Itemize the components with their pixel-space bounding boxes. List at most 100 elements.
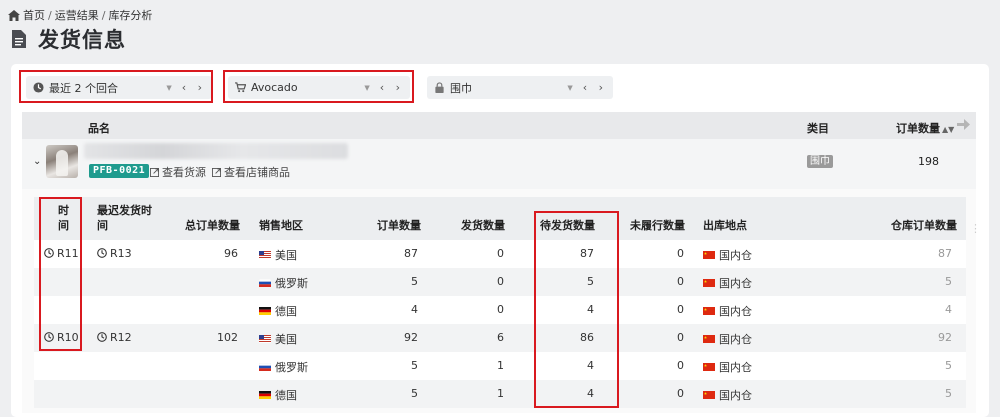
unfulfilled-cell: 0 — [677, 331, 684, 344]
shipped-cell: 1 — [497, 387, 504, 400]
clock-icon — [97, 248, 107, 258]
dropdown-caret-icon[interactable]: ▼ — [364, 84, 369, 92]
pending-cell: 4 — [587, 303, 594, 316]
product-order-qty: 198 — [918, 155, 939, 168]
region-name: 俄罗斯 — [275, 361, 308, 374]
region-name: 美国 — [275, 333, 297, 346]
col-header-last-ship-time: 最迟发货时间 — [97, 204, 152, 232]
col-header-order-qty[interactable]: 订单数量 ▲▼ — [896, 120, 954, 136]
russia-flag-icon — [259, 363, 271, 371]
sort-icon[interactable]: ▲▼ — [942, 125, 954, 134]
shipped-cell: 0 — [497, 247, 504, 260]
unfulfilled-cell: 0 — [677, 303, 684, 316]
warehouse-orders-cell: 87 — [938, 247, 952, 260]
us-flag-icon — [259, 251, 271, 259]
pending-cell: 5 — [587, 275, 594, 288]
warehouse-name: 国内仓 — [719, 333, 752, 346]
category-filter-select[interactable]: 围巾 ▼ ‹ › — [427, 76, 613, 99]
region-cell: 俄罗斯 — [259, 359, 308, 375]
category-filter-value: 围巾 — [450, 81, 472, 95]
unfulfilled-cell: 0 — [677, 247, 684, 260]
china-flag-icon — [703, 251, 715, 259]
breadcrumb-home[interactable]: 首页 — [23, 7, 45, 23]
region-cell: 美国 — [259, 331, 297, 347]
view-source-link[interactable]: 查看货源 — [150, 164, 206, 180]
unfulfilled-cell: 0 — [677, 359, 684, 372]
region-cell: 德国 — [259, 303, 297, 319]
total-orders-cell: 102 — [217, 331, 238, 344]
document-icon — [12, 30, 26, 48]
russia-flag-icon — [259, 279, 271, 287]
shipped-cell: 0 — [497, 275, 504, 288]
col-header-category: 类目 — [807, 122, 829, 135]
region-cell: 德国 — [259, 387, 297, 403]
shipped-cell: 1 — [497, 359, 504, 372]
breadcrumb-operation-results[interactable]: 运营结果 — [55, 7, 99, 23]
china-flag-icon — [703, 363, 715, 371]
warehouse-cell: 国内仓 — [703, 303, 752, 319]
region-cell: 美国 — [259, 247, 297, 263]
category-badge: 围巾 — [807, 155, 833, 168]
col-header-time: 时间 — [58, 204, 69, 232]
detail-table-row: 俄罗斯 5 1 4 0 国内仓 5 — [34, 352, 966, 380]
orders-cell: 5 — [411, 387, 418, 400]
time-filter-value: 最近 2 个回合 — [49, 81, 118, 95]
page-header: 发货信息 — [12, 24, 126, 54]
warehouse-orders-cell: 92 — [938, 331, 952, 344]
breadcrumb-inventory-analysis[interactable]: 库存分析 — [108, 7, 152, 23]
time-filter-select[interactable]: 最近 2 个回合 ▼ ‹ › — [26, 76, 212, 99]
warehouse-name: 国内仓 — [719, 277, 752, 290]
view-store-link[interactable]: 查看店铺商品 — [212, 164, 290, 180]
warehouse-cell: 国内仓 — [703, 275, 752, 291]
scroll-hint: ⋮ — [970, 222, 981, 235]
prev-next-arrows[interactable]: ‹ › — [380, 81, 404, 94]
orders-cell: 92 — [404, 331, 418, 344]
last-ship-round: R13 — [97, 247, 132, 260]
pending-cell: 87 — [580, 247, 594, 260]
us-flag-icon — [259, 335, 271, 343]
round-time: R10 — [44, 331, 79, 344]
home-icon — [8, 9, 20, 21]
prev-next-arrows[interactable]: ‹ › — [583, 81, 607, 94]
product-table-header: 品名 类目 订单数量 ▲▼ — [22, 112, 976, 139]
total-orders-cell: 96 — [224, 247, 238, 260]
china-flag-icon — [703, 307, 715, 315]
warehouse-orders-cell: 5 — [945, 387, 952, 400]
detail-table-row: 德国 5 1 4 0 国内仓 5 — [34, 380, 966, 408]
detail-table-row: 德国 4 0 4 0 国内仓 4 — [34, 296, 966, 324]
germany-flag-icon — [259, 307, 271, 315]
china-flag-icon — [703, 335, 715, 343]
clock-icon — [33, 82, 44, 93]
last-ship-round: R12 — [97, 331, 132, 344]
clock-icon — [97, 332, 107, 342]
region-name: 俄罗斯 — [275, 277, 308, 290]
page-title: 发货信息 — [38, 28, 126, 52]
clock-icon — [44, 332, 54, 342]
col-header-warehouse: 出库地点 — [703, 219, 747, 232]
warehouse-cell: 国内仓 — [703, 331, 752, 347]
warehouse-cell: 国内仓 — [703, 247, 752, 263]
view-source-label: 查看货源 — [162, 166, 206, 179]
region-cell: 俄罗斯 — [259, 275, 308, 291]
breadcrumb-separator: / — [48, 8, 52, 22]
warehouse-cell: 国内仓 — [703, 387, 752, 403]
chevron-down-icon[interactable]: ⌄ — [33, 156, 41, 167]
dropdown-caret-icon[interactable]: ▼ — [567, 84, 572, 92]
product-thumbnail[interactable] — [46, 145, 78, 178]
view-store-label: 查看店铺商品 — [224, 166, 290, 179]
region-name: 美国 — [275, 249, 297, 262]
prev-next-arrows[interactable]: ‹ › — [182, 81, 206, 94]
warehouse-name: 国内仓 — [719, 361, 752, 374]
pending-cell: 4 — [587, 359, 594, 372]
dropdown-caret-icon[interactable]: ▼ — [166, 84, 171, 92]
product-filter-select[interactable]: Avocado ▼ ‹ › — [228, 76, 410, 99]
col-header-orders: 订单数量 — [377, 219, 421, 232]
arrow-right-icon[interactable] — [957, 119, 970, 130]
warehouse-name: 国内仓 — [719, 389, 752, 402]
germany-flag-icon — [259, 391, 271, 399]
detail-table-row: R10 R12 102 美国 92 6 86 0 国内仓 92 — [34, 324, 966, 352]
warehouse-orders-cell: 4 — [945, 303, 952, 316]
shipped-cell: 0 — [497, 303, 504, 316]
round-time-value: R10 — [57, 331, 79, 344]
external-link-icon — [150, 167, 159, 177]
